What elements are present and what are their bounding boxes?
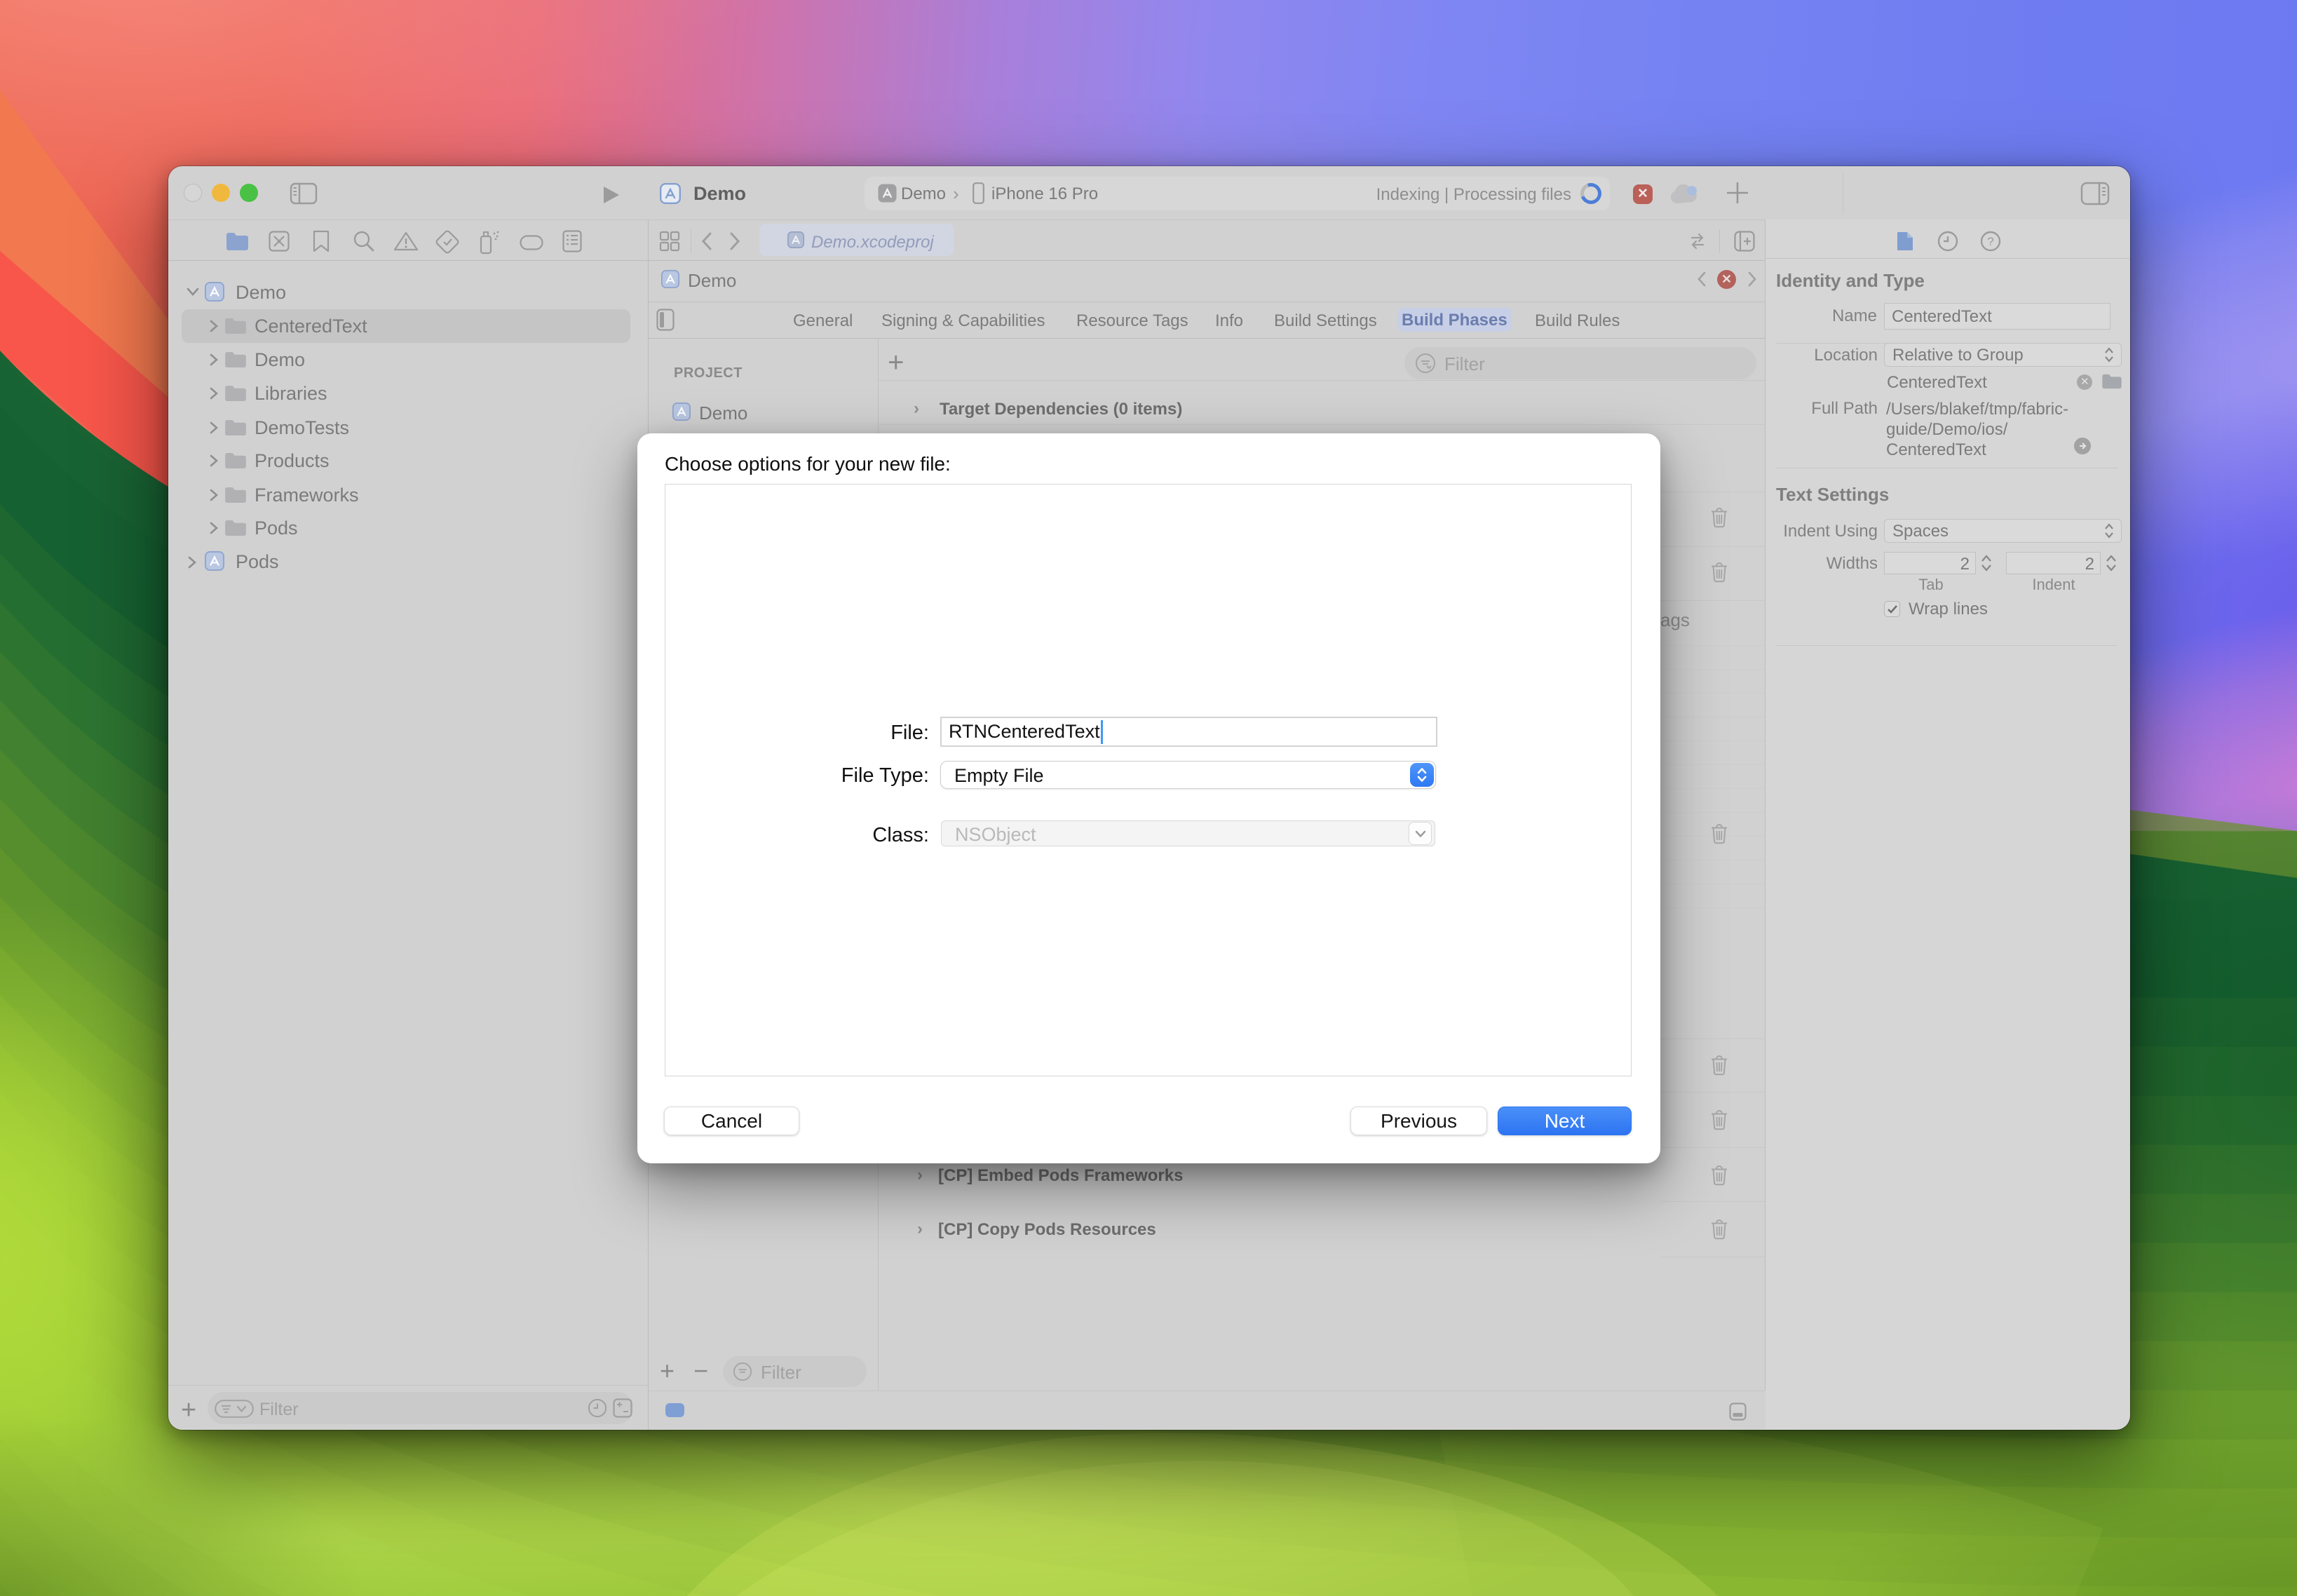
svg-text:?: ?: [1987, 235, 1993, 248]
